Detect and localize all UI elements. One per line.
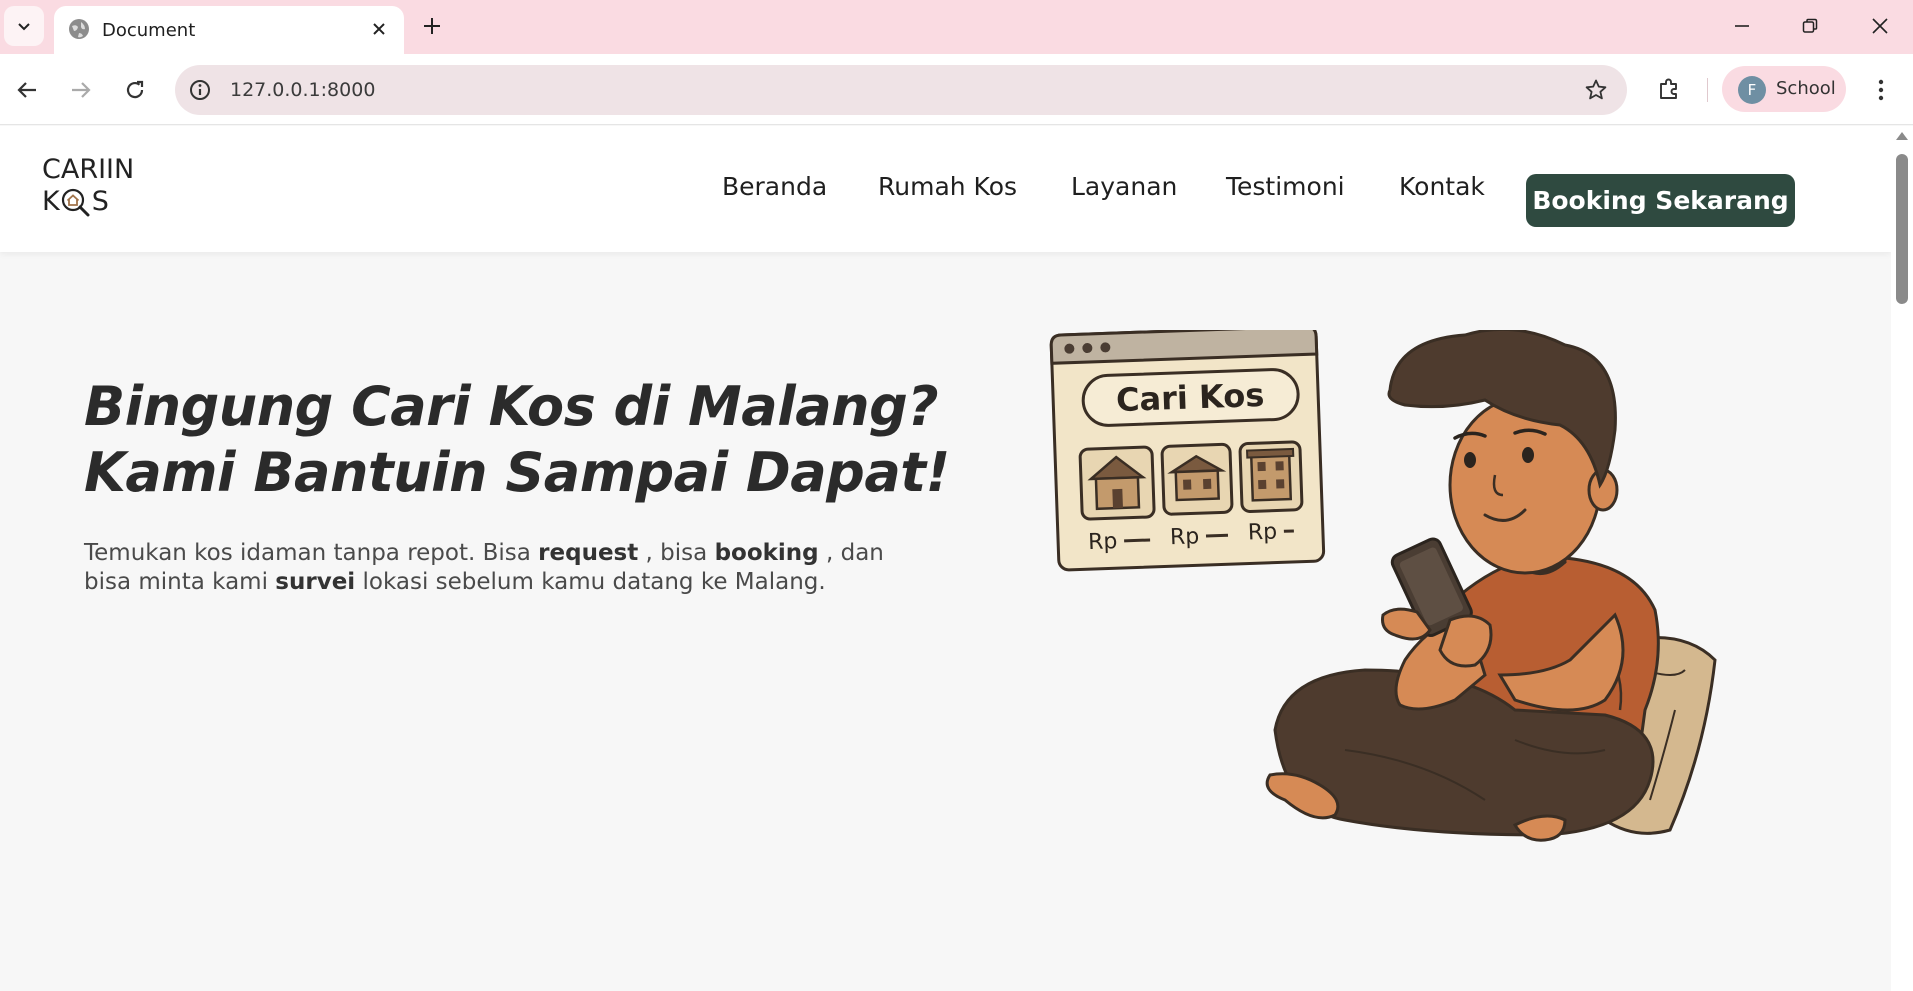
nav-testimoni[interactable]: Testimoni — [1226, 172, 1345, 201]
chevron-down-icon — [18, 23, 30, 31]
plus-icon — [424, 18, 440, 34]
browser-card-illustration: Cari Kos Rp Rp Rp — [1049, 330, 1326, 572]
arrow-left-icon — [17, 82, 36, 98]
nav-kontak[interactable]: Kontak — [1399, 172, 1485, 201]
close-icon — [1872, 18, 1888, 34]
hero-sub-text-2: , bisa — [638, 540, 715, 566]
page-scrollbar[interactable] — [1891, 126, 1913, 991]
scroll-up-arrow-icon[interactable] — [1896, 132, 1908, 140]
scrollbar-thumb[interactable] — [1896, 154, 1908, 304]
tab-strip: Document — [0, 0, 1913, 54]
logo-text-top: CARIIN — [42, 154, 135, 185]
hero-sub-survei: survei — [275, 569, 356, 595]
reload-icon — [126, 80, 144, 99]
close-icon — [373, 23, 385, 35]
hero-sub-text-4: lokasi sebelum kamu datang ke Malang. — [355, 569, 826, 595]
puzzle-icon — [1660, 78, 1677, 99]
back-button[interactable] — [8, 71, 46, 109]
house-tile-2 — [1160, 442, 1234, 516]
address-bar[interactable]: 127.0.0.1:8000 — [175, 65, 1627, 115]
forward-button[interactable] — [62, 71, 100, 109]
new-tab-button[interactable] — [418, 12, 446, 40]
price-label-3: Rp — [1247, 520, 1277, 546]
page-viewport: CARIIN K S Beranda Rumah Kos Layanan Tes… — [0, 126, 1891, 991]
star-icon — [1585, 79, 1607, 100]
hero-sub-booking: booking — [714, 540, 819, 566]
minimize-icon — [1735, 25, 1749, 27]
url-text[interactable]: 127.0.0.1:8000 — [230, 79, 375, 101]
nav-layanan[interactable]: Layanan — [1071, 172, 1177, 201]
illus-card-title: Cari Kos — [1115, 376, 1264, 419]
hero-title-line2: Kami Bantuin Sampai Dapat! — [84, 441, 950, 504]
person-illustration — [1265, 330, 1717, 842]
restore-button[interactable] — [1790, 10, 1830, 42]
house-tile-1 — [1078, 445, 1156, 521]
profile-button[interactable]: F School — [1722, 66, 1846, 112]
hero-illustration: Cari Kos Rp Rp Rp — [1049, 330, 1717, 842]
booking-button[interactable]: Booking Sekarang — [1526, 174, 1795, 227]
hero-title-line1: Bingung Cari Kos di Malang? — [84, 375, 939, 438]
hero-subtitle: Temukan kos idaman tanpa repot. Bisa req… — [84, 539, 924, 597]
more-vertical-icon — [1878, 79, 1884, 101]
avatar: F — [1738, 76, 1766, 104]
price-label-1: Rp — [1088, 529, 1118, 555]
browser-menu-button[interactable] — [1864, 71, 1898, 109]
browser-tab[interactable]: Document — [54, 6, 404, 54]
tab-search-button[interactable] — [4, 6, 44, 46]
restore-icon — [1802, 18, 1818, 33]
browser-toolbar: 127.0.0.1:8000 F School — [0, 54, 1913, 125]
close-window-button[interactable] — [1860, 10, 1900, 42]
arrow-right-icon — [72, 82, 91, 98]
profile-name: School — [1776, 78, 1836, 99]
extensions-button[interactable] — [1650, 70, 1688, 108]
hero-sub-text-1: Temukan kos idaman tanpa repot. Bisa — [84, 540, 539, 566]
price-label-2: Rp — [1170, 524, 1200, 550]
logo-letter-s: S — [91, 186, 109, 217]
hero-sub-request: request — [538, 540, 639, 566]
site-logo[interactable]: CARIIN K S — [42, 154, 152, 224]
globe-icon — [69, 19, 89, 39]
logo-text-bottom: K S — [42, 186, 109, 217]
site-info-button[interactable] — [187, 77, 213, 103]
toolbar-divider — [1707, 78, 1708, 102]
close-tab-button[interactable] — [368, 18, 390, 40]
bookmark-button[interactable] — [1583, 77, 1609, 103]
logo-letter-k: K — [42, 186, 60, 217]
reload-button[interactable] — [116, 71, 154, 109]
magnifier-house-icon — [61, 188, 90, 216]
house-tile-3 — [1238, 440, 1304, 513]
site-header: CARIIN K S Beranda Rumah Kos Layanan Tes… — [0, 126, 1891, 252]
minimize-button[interactable] — [1722, 10, 1762, 42]
nav-beranda[interactable]: Beranda — [722, 172, 827, 201]
nav-rumah-kos[interactable]: Rumah Kos — [878, 172, 1017, 201]
hero-title: Bingung Cari Kos di Malang? Kami Bantuin… — [84, 374, 984, 506]
tab-title: Document — [102, 20, 196, 41]
info-icon — [190, 80, 210, 100]
